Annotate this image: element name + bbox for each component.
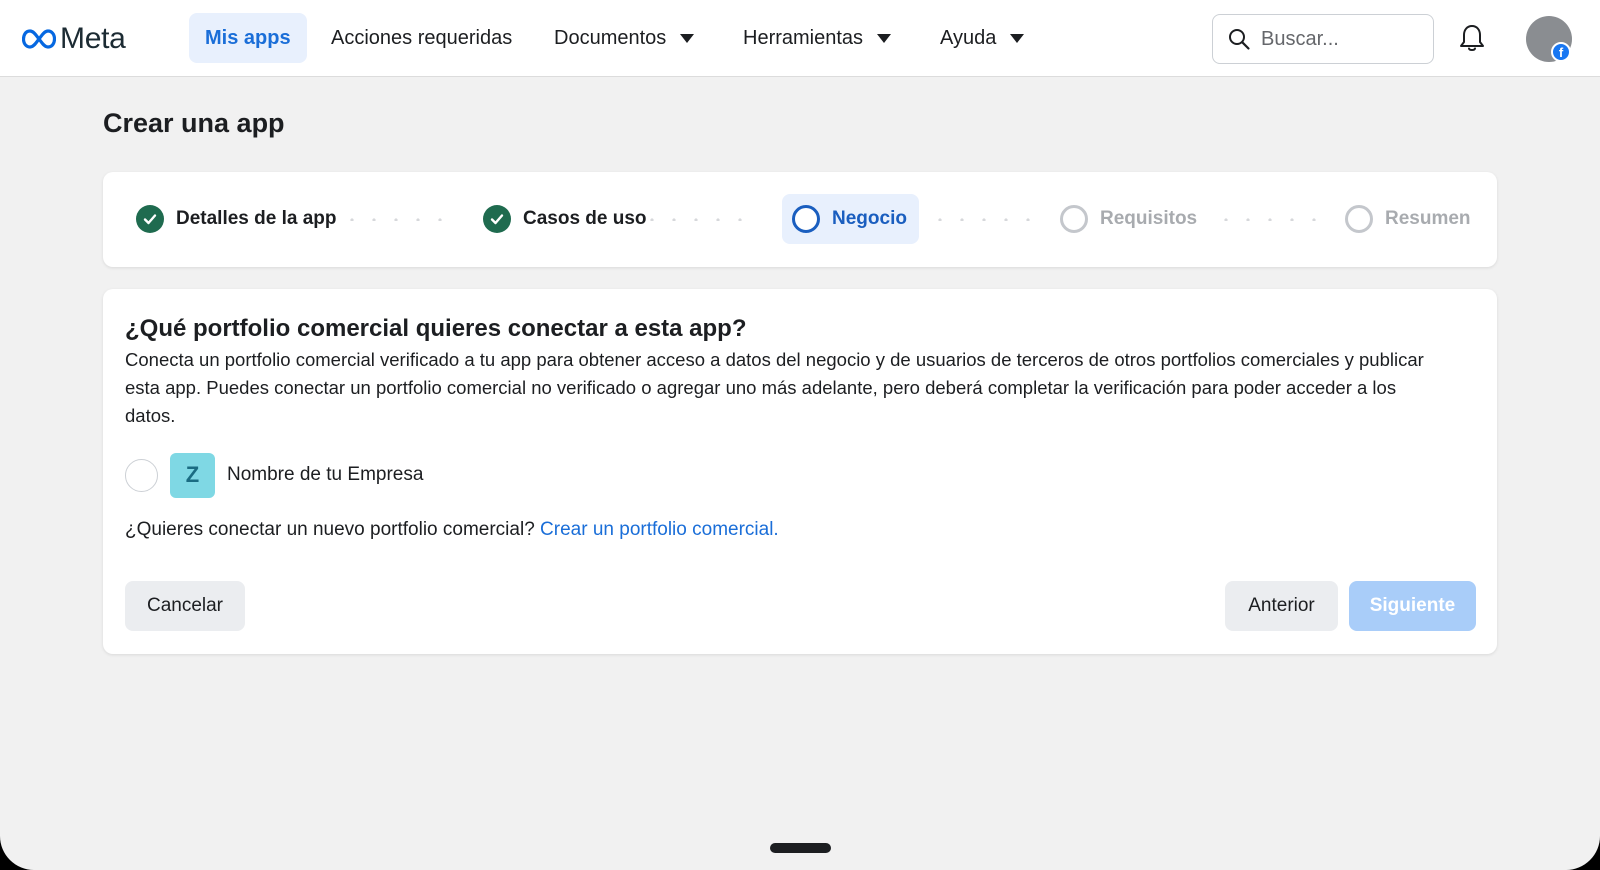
check-circle-icon: [483, 205, 511, 233]
nav-ayuda[interactable]: Ayuda: [940, 13, 1025, 63]
create-portfolio-link[interactable]: Crear un portfolio comercial.: [540, 519, 779, 540]
step-casos-de-uso[interactable]: Casos de uso: [483, 194, 647, 244]
step-detalles-de-la-app[interactable]: Detalles de la app: [136, 194, 337, 244]
business-name: Nombre de tu Empresa: [227, 464, 424, 485]
nav-acciones-requeridas[interactable]: Acciones requeridas: [331, 13, 512, 63]
current-step-circle-icon: [792, 205, 820, 233]
next-button[interactable]: Siguiente: [1349, 581, 1476, 631]
nav-label: Mis apps: [205, 26, 291, 49]
nav-herramientas[interactable]: Herramientas: [743, 13, 892, 63]
search-box[interactable]: [1212, 14, 1434, 64]
app-screen: Meta Mis apps Acciones requeridas Docume…: [0, 0, 1600, 870]
business-radio[interactable]: [125, 458, 158, 492]
step-label: Casos de uso: [523, 208, 647, 229]
cancel-button[interactable]: Cancelar: [125, 581, 245, 631]
page-title: Crear una app: [103, 108, 285, 138]
step-label: Resumen: [1385, 208, 1471, 229]
check-circle-icon: [136, 205, 164, 233]
pending-step-circle-icon: [1345, 205, 1373, 233]
nav-label: Herramientas: [743, 26, 864, 49]
step-connector: [641, 218, 759, 221]
notifications-button[interactable]: [1455, 21, 1489, 55]
step-negocio[interactable]: Negocio: [782, 194, 919, 244]
step-connector: [1215, 218, 1329, 221]
step-label: Negocio: [832, 208, 907, 229]
step-resumen[interactable]: Resumen: [1345, 194, 1471, 244]
business-avatar: Z: [170, 452, 215, 498]
caret-down-icon: [680, 33, 695, 43]
top-navigation: Meta Mis apps Acciones requeridas Docume…: [0, 0, 1600, 77]
create-portfolio-row: ¿Quieres conectar un nuevo portfolio com…: [125, 519, 779, 541]
step-label: Requisitos: [1100, 208, 1198, 229]
meta-infinity-icon: [22, 29, 56, 49]
business-option[interactable]: Z Nombre de tu Empresa: [125, 452, 423, 498]
nav-documentos[interactable]: Documentos: [554, 13, 695, 63]
facebook-icon: f: [1551, 42, 1571, 62]
previous-button[interactable]: Anterior: [1225, 581, 1338, 631]
meta-logo[interactable]: Meta: [22, 22, 126, 56]
create-portfolio-prompt: ¿Quieres conectar un nuevo portfolio com…: [125, 519, 535, 540]
pending-step-circle-icon: [1060, 205, 1088, 233]
nav-label: Documentos: [554, 26, 667, 49]
business-portfolio-card: ¿Qué portfolio comercial quieres conecta…: [103, 289, 1497, 654]
caret-down-icon: [877, 33, 892, 43]
search-input[interactable]: [1261, 27, 1421, 51]
nav-label: Ayuda: [940, 26, 997, 49]
step-connector: [929, 218, 1043, 221]
home-indicator: [770, 843, 831, 853]
caret-down-icon: [1010, 33, 1025, 43]
step-label: Detalles de la app: [176, 208, 337, 229]
section-heading: ¿Qué portfolio comercial quieres conecta…: [125, 315, 747, 342]
stepper: Detalles de la app Casos de uso Negocio …: [103, 172, 1497, 267]
bell-icon: [1460, 25, 1484, 51]
step-requisitos[interactable]: Requisitos: [1060, 194, 1197, 244]
step-connector: [341, 218, 451, 221]
section-description: Conecta un portfolio comercial verificad…: [125, 349, 1424, 426]
nav-mis-apps[interactable]: Mis apps: [189, 13, 307, 63]
nav-label: Acciones requeridas: [331, 26, 513, 49]
brand-name: Meta: [60, 22, 126, 55]
search-icon: [1229, 29, 1250, 50]
